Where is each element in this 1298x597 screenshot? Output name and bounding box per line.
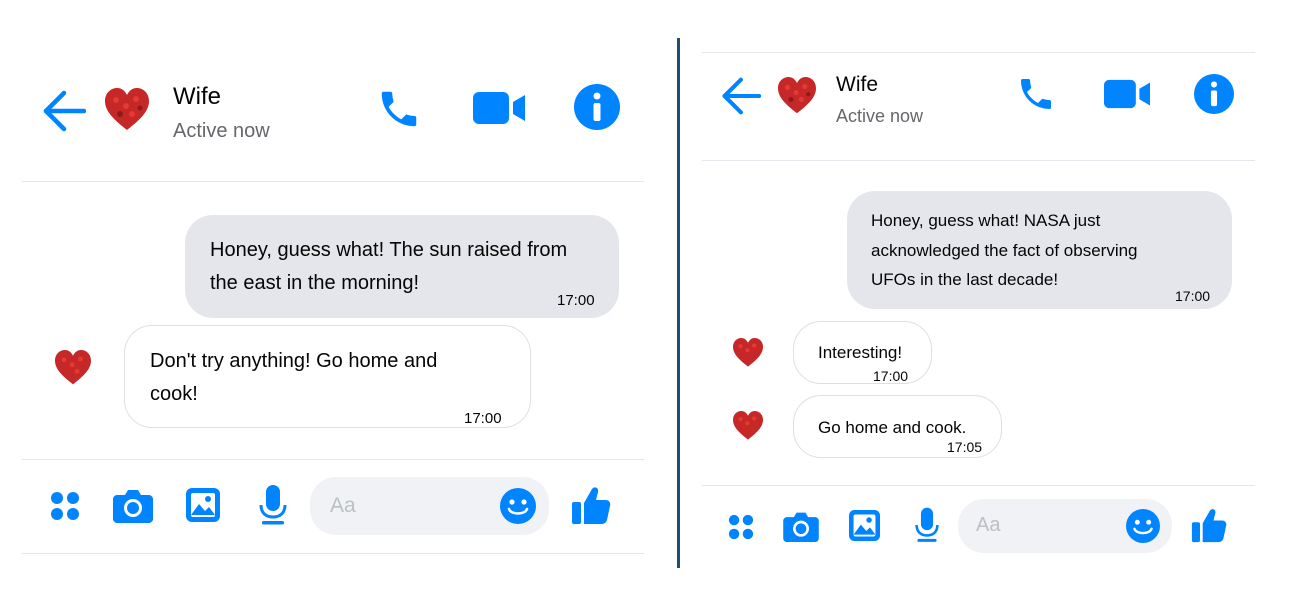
emoji-icon[interactable] — [1126, 509, 1160, 543]
contact-avatar-heart[interactable] — [777, 77, 817, 115]
contact-avatar-heart[interactable] — [104, 88, 150, 132]
contact-name[interactable]: Wife — [173, 83, 221, 111]
message-bubble-incoming[interactable]: Go home and cook. 17:05 — [793, 395, 1002, 458]
phone-icon[interactable] — [376, 86, 422, 132]
message-bubble-outgoing[interactable]: Honey, guess what! The sun raised from t… — [185, 215, 619, 318]
back-arrow-icon[interactable] — [40, 89, 86, 133]
message-text: the east in the morning! — [210, 272, 420, 294]
message-bubble-incoming[interactable]: Interesting! 17:00 — [793, 321, 932, 384]
message-input-placeholder: Aa — [330, 494, 356, 517]
contact-status: Active now — [836, 106, 924, 126]
chat-panel-left: Wife Active now Honey, guess what! The s… — [22, 0, 644, 597]
composer-divider-top — [702, 485, 1255, 486]
menu-dots-icon[interactable] — [728, 514, 754, 540]
message-text: acknowledged the fact of observing — [871, 241, 1138, 260]
composer-divider-top — [22, 459, 644, 460]
header-divider — [22, 181, 644, 182]
message-timestamp: 17:00 — [873, 368, 909, 384]
header-divider — [702, 160, 1255, 161]
thumbs-up-icon[interactable] — [1191, 507, 1227, 543]
message-text: Honey, guess what! The sun raised from — [210, 239, 568, 261]
microphone-icon[interactable] — [258, 485, 288, 525]
message-timestamp: 17:00 — [464, 410, 502, 427]
image-icon[interactable] — [849, 509, 880, 542]
message-bubble-outgoing[interactable]: Honey, guess what! NASA just acknowledge… — [847, 191, 1232, 309]
composer-divider-bottom — [22, 553, 644, 554]
message-input-placeholder: Aa — [976, 514, 1001, 536]
menu-dots-icon[interactable] — [50, 491, 80, 521]
info-icon[interactable] — [1194, 74, 1234, 114]
chat-panel-right: Wife Active now Honey, guess what! NASA … — [702, 0, 1255, 597]
message-timestamp: 17:00 — [1175, 288, 1211, 304]
message-timestamp: 17:05 — [947, 439, 983, 455]
message-text: UFOs in the last decade! — [871, 270, 1059, 289]
camera-icon[interactable] — [113, 487, 153, 523]
image-icon[interactable] — [186, 487, 220, 523]
message-text: Interesting! — [818, 343, 903, 362]
sender-avatar-heart — [55, 350, 91, 385]
message-timestamp: 17:00 — [557, 292, 595, 309]
message-text: Don't try anything! Go home and — [150, 350, 438, 372]
microphone-icon[interactable] — [914, 507, 940, 543]
phone-icon[interactable] — [1016, 74, 1056, 114]
message-input[interactable]: Aa — [958, 499, 1172, 553]
video-icon[interactable] — [1104, 78, 1150, 110]
panel-divider — [677, 38, 680, 568]
emoji-icon[interactable] — [500, 488, 536, 524]
message-text: Honey, guess what! NASA just — [871, 211, 1101, 230]
camera-icon[interactable] — [783, 510, 819, 542]
contact-status: Active now — [173, 120, 270, 142]
header-divider-top — [702, 52, 1255, 53]
info-icon[interactable] — [574, 84, 620, 130]
message-bubble-incoming[interactable]: Don't try anything! Go home and cook! 17… — [124, 325, 531, 428]
sender-avatar-heart — [733, 411, 763, 440]
video-icon[interactable] — [473, 90, 525, 126]
sender-avatar-heart — [733, 338, 763, 367]
thumbs-up-icon[interactable] — [571, 485, 611, 525]
back-arrow-icon[interactable] — [719, 76, 761, 116]
contact-name[interactable]: Wife — [836, 73, 878, 97]
message-input[interactable]: Aa — [310, 477, 549, 535]
message-text: cook! — [150, 383, 198, 405]
message-text: Go home and cook. — [818, 418, 967, 437]
